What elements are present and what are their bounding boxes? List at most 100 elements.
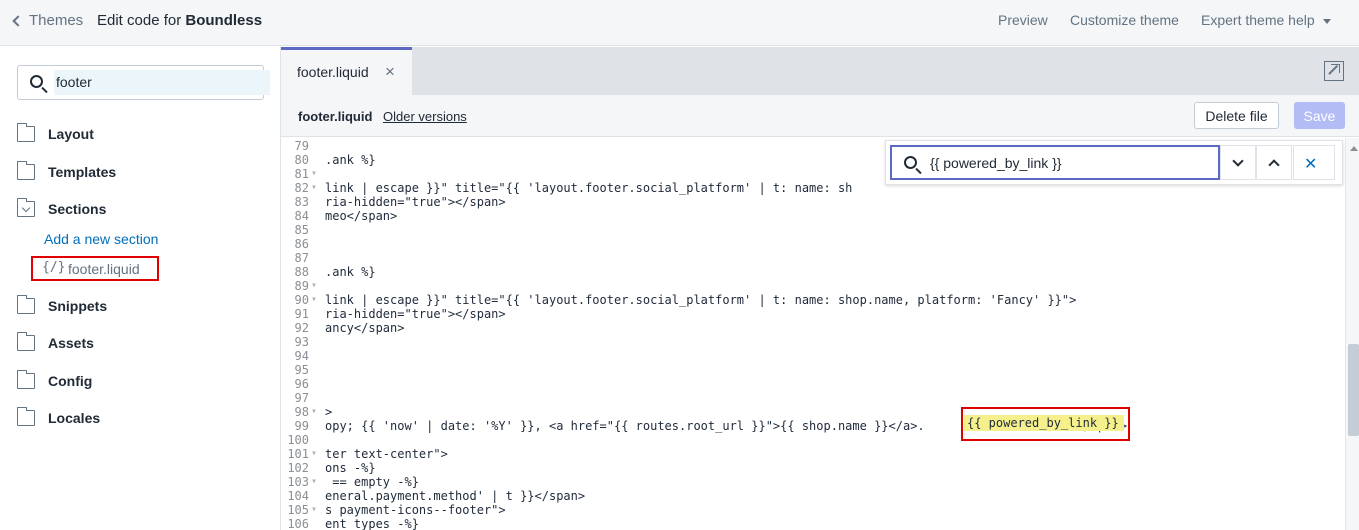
folder-label: Locales <box>48 410 101 426</box>
line-number: 82 <box>294 181 309 195</box>
folder-label: Sections <box>48 201 107 217</box>
line-number: 89 <box>294 279 309 293</box>
expert-help-menu[interactable]: Expert theme help <box>1201 12 1331 28</box>
folder-label: Snippets <box>48 298 108 314</box>
folder-label: Templates <box>48 164 117 180</box>
line-text: ter text-center"> <box>325 447 448 461</box>
delete-file-button[interactable]: Delete file <box>1194 102 1279 129</box>
line-text: eneral.payment.method' | t }}</span> <box>325 489 586 503</box>
code-line: 94 <box>281 349 1341 363</box>
tab-footer-liquid[interactable]: footer.liquid × <box>281 47 412 95</box>
add-new-section-link[interactable]: Add a new section <box>44 231 158 247</box>
code-line: 105 ▾ s payment-icons--footer"> <box>281 503 1341 517</box>
fullscreen-icon[interactable] <box>1324 61 1344 81</box>
line-text: .ank %} <box>325 265 376 279</box>
line-number: 79 <box>294 139 309 153</box>
file-toolbar: footer.liquid Older versions Delete file… <box>281 95 1359 137</box>
line-number: 100 <box>287 433 309 447</box>
code-line: 91 ria-hidden="true"></span> <box>281 307 1341 321</box>
preview-link[interactable]: Preview <box>998 12 1048 28</box>
vertical-scrollbar[interactable] <box>1345 138 1359 530</box>
line-number: 84 <box>294 209 309 223</box>
search-icon <box>904 156 917 169</box>
folder-layout[interactable]: Layout <box>16 123 247 148</box>
code-line: 84 meo</span> <box>281 209 1341 223</box>
code-line: 99 opy; {{ 'now' | date: '%Y' }}, <a href… <box>281 419 1341 433</box>
line-number: 99 <box>294 419 309 433</box>
back-to-themes-link[interactable]: Themes <box>12 12 84 29</box>
customize-theme-link[interactable]: Customize theme <box>1070 12 1179 28</box>
older-versions-link[interactable]: Older versions <box>383 109 467 124</box>
search-value: footer <box>56 74 92 90</box>
fold-arrow-icon[interactable]: ▾ <box>311 475 317 489</box>
close-tab-icon[interactable]: × <box>385 62 395 82</box>
scrollbar-thumb[interactable] <box>1348 344 1359 436</box>
code-line: 100 <box>281 433 1341 447</box>
line-text: ria-hidden="true"></span> <box>325 307 506 321</box>
fold-arrow-icon[interactable]: ▾ <box>311 293 317 307</box>
fold-arrow-icon[interactable]: ▾ <box>311 181 317 195</box>
folder-snippets[interactable]: Snippets <box>16 295 247 320</box>
fold-arrow-icon[interactable]: ▾ <box>311 167 317 181</box>
chevron-down-icon <box>1232 155 1244 167</box>
code-line: 103 ▾ == empty -%} <box>281 475 1341 489</box>
find-widget: {{ powered_by_link }} ✕ <box>885 140 1343 185</box>
line-number: 90 <box>294 293 309 307</box>
line-number: 101 <box>287 447 309 461</box>
folder-label: Assets <box>48 335 94 351</box>
line-number: 81 <box>294 167 309 181</box>
folder-icon <box>16 295 35 314</box>
line-number: 80 <box>294 153 309 167</box>
line-number: 91 <box>294 307 309 321</box>
line-number: 86 <box>294 237 309 251</box>
find-input[interactable]: {{ powered_by_link }} <box>890 145 1220 180</box>
line-number: 105 <box>287 503 309 517</box>
folder-icon <box>16 370 35 389</box>
find-next-button[interactable] <box>1220 145 1256 180</box>
code-line: 83 ria-hidden="true"></span> <box>281 195 1341 209</box>
code-area[interactable]: 79 80 .ank %} 81 ▾ 82 ▾ link | escape }}" title… <box>281 138 1343 530</box>
line-text: s payment-icons--footer"> <box>325 503 506 517</box>
folder-assets[interactable]: Assets <box>16 332 247 357</box>
line-text: ria-hidden="true"></span> <box>325 195 506 209</box>
code-line: 92 ancy</span> <box>281 321 1341 335</box>
fold-arrow-icon[interactable]: ▾ <box>311 503 317 517</box>
file-search-input[interactable]: footer <box>17 65 270 100</box>
code-line: 86 <box>281 237 1341 251</box>
back-label: Themes <box>29 12 84 29</box>
line-number: 83 <box>294 195 309 209</box>
folder-config[interactable]: Config <box>16 370 247 395</box>
expert-help-label: Expert theme help <box>1201 12 1315 28</box>
fold-arrow-icon[interactable]: ▾ <box>311 447 317 461</box>
line-number: 106 <box>287 517 309 530</box>
page-title: Edit code for Boundless <box>97 12 262 29</box>
close-find-button[interactable]: ✕ <box>1293 145 1335 180</box>
code-line: 97 <box>281 391 1341 405</box>
search-icon <box>30 75 43 88</box>
line-number: 104 <box>287 489 309 503</box>
code-line: 102 ons -%} <box>281 461 1341 475</box>
folder-sections[interactable]: Sections <box>16 198 247 223</box>
scroll-up-icon[interactable] <box>1350 146 1358 151</box>
line-text: ent_types -%} <box>325 517 419 530</box>
code-line: 106 ent_types -%} <box>281 517 1341 530</box>
find-value: {{ powered_by_link }} <box>930 155 1062 171</box>
caret-down-icon <box>1322 18 1331 24</box>
line-number: 97 <box>294 391 309 405</box>
fold-arrow-icon[interactable]: ▾ <box>311 279 317 293</box>
tab-label: footer.liquid <box>297 64 369 80</box>
line-number: 93 <box>294 335 309 349</box>
line-number: 88 <box>294 265 309 279</box>
code-line: 89 ▾ <box>281 279 1341 293</box>
code-line: 87 <box>281 251 1341 265</box>
find-previous-button[interactable] <box>1256 145 1292 180</box>
folder-locales[interactable]: Locales <box>16 407 247 432</box>
file-footer-liquid[interactable]: {/} footer.liquid <box>31 256 159 281</box>
folder-icon <box>16 407 35 426</box>
line-text: > <box>325 405 333 419</box>
folder-templates[interactable]: Templates <box>16 161 247 186</box>
save-button[interactable]: Save <box>1294 102 1345 129</box>
fold-arrow-icon[interactable]: ▾ <box>311 405 317 419</box>
code-line: 96 <box>281 377 1341 391</box>
folder-icon <box>16 161 35 180</box>
